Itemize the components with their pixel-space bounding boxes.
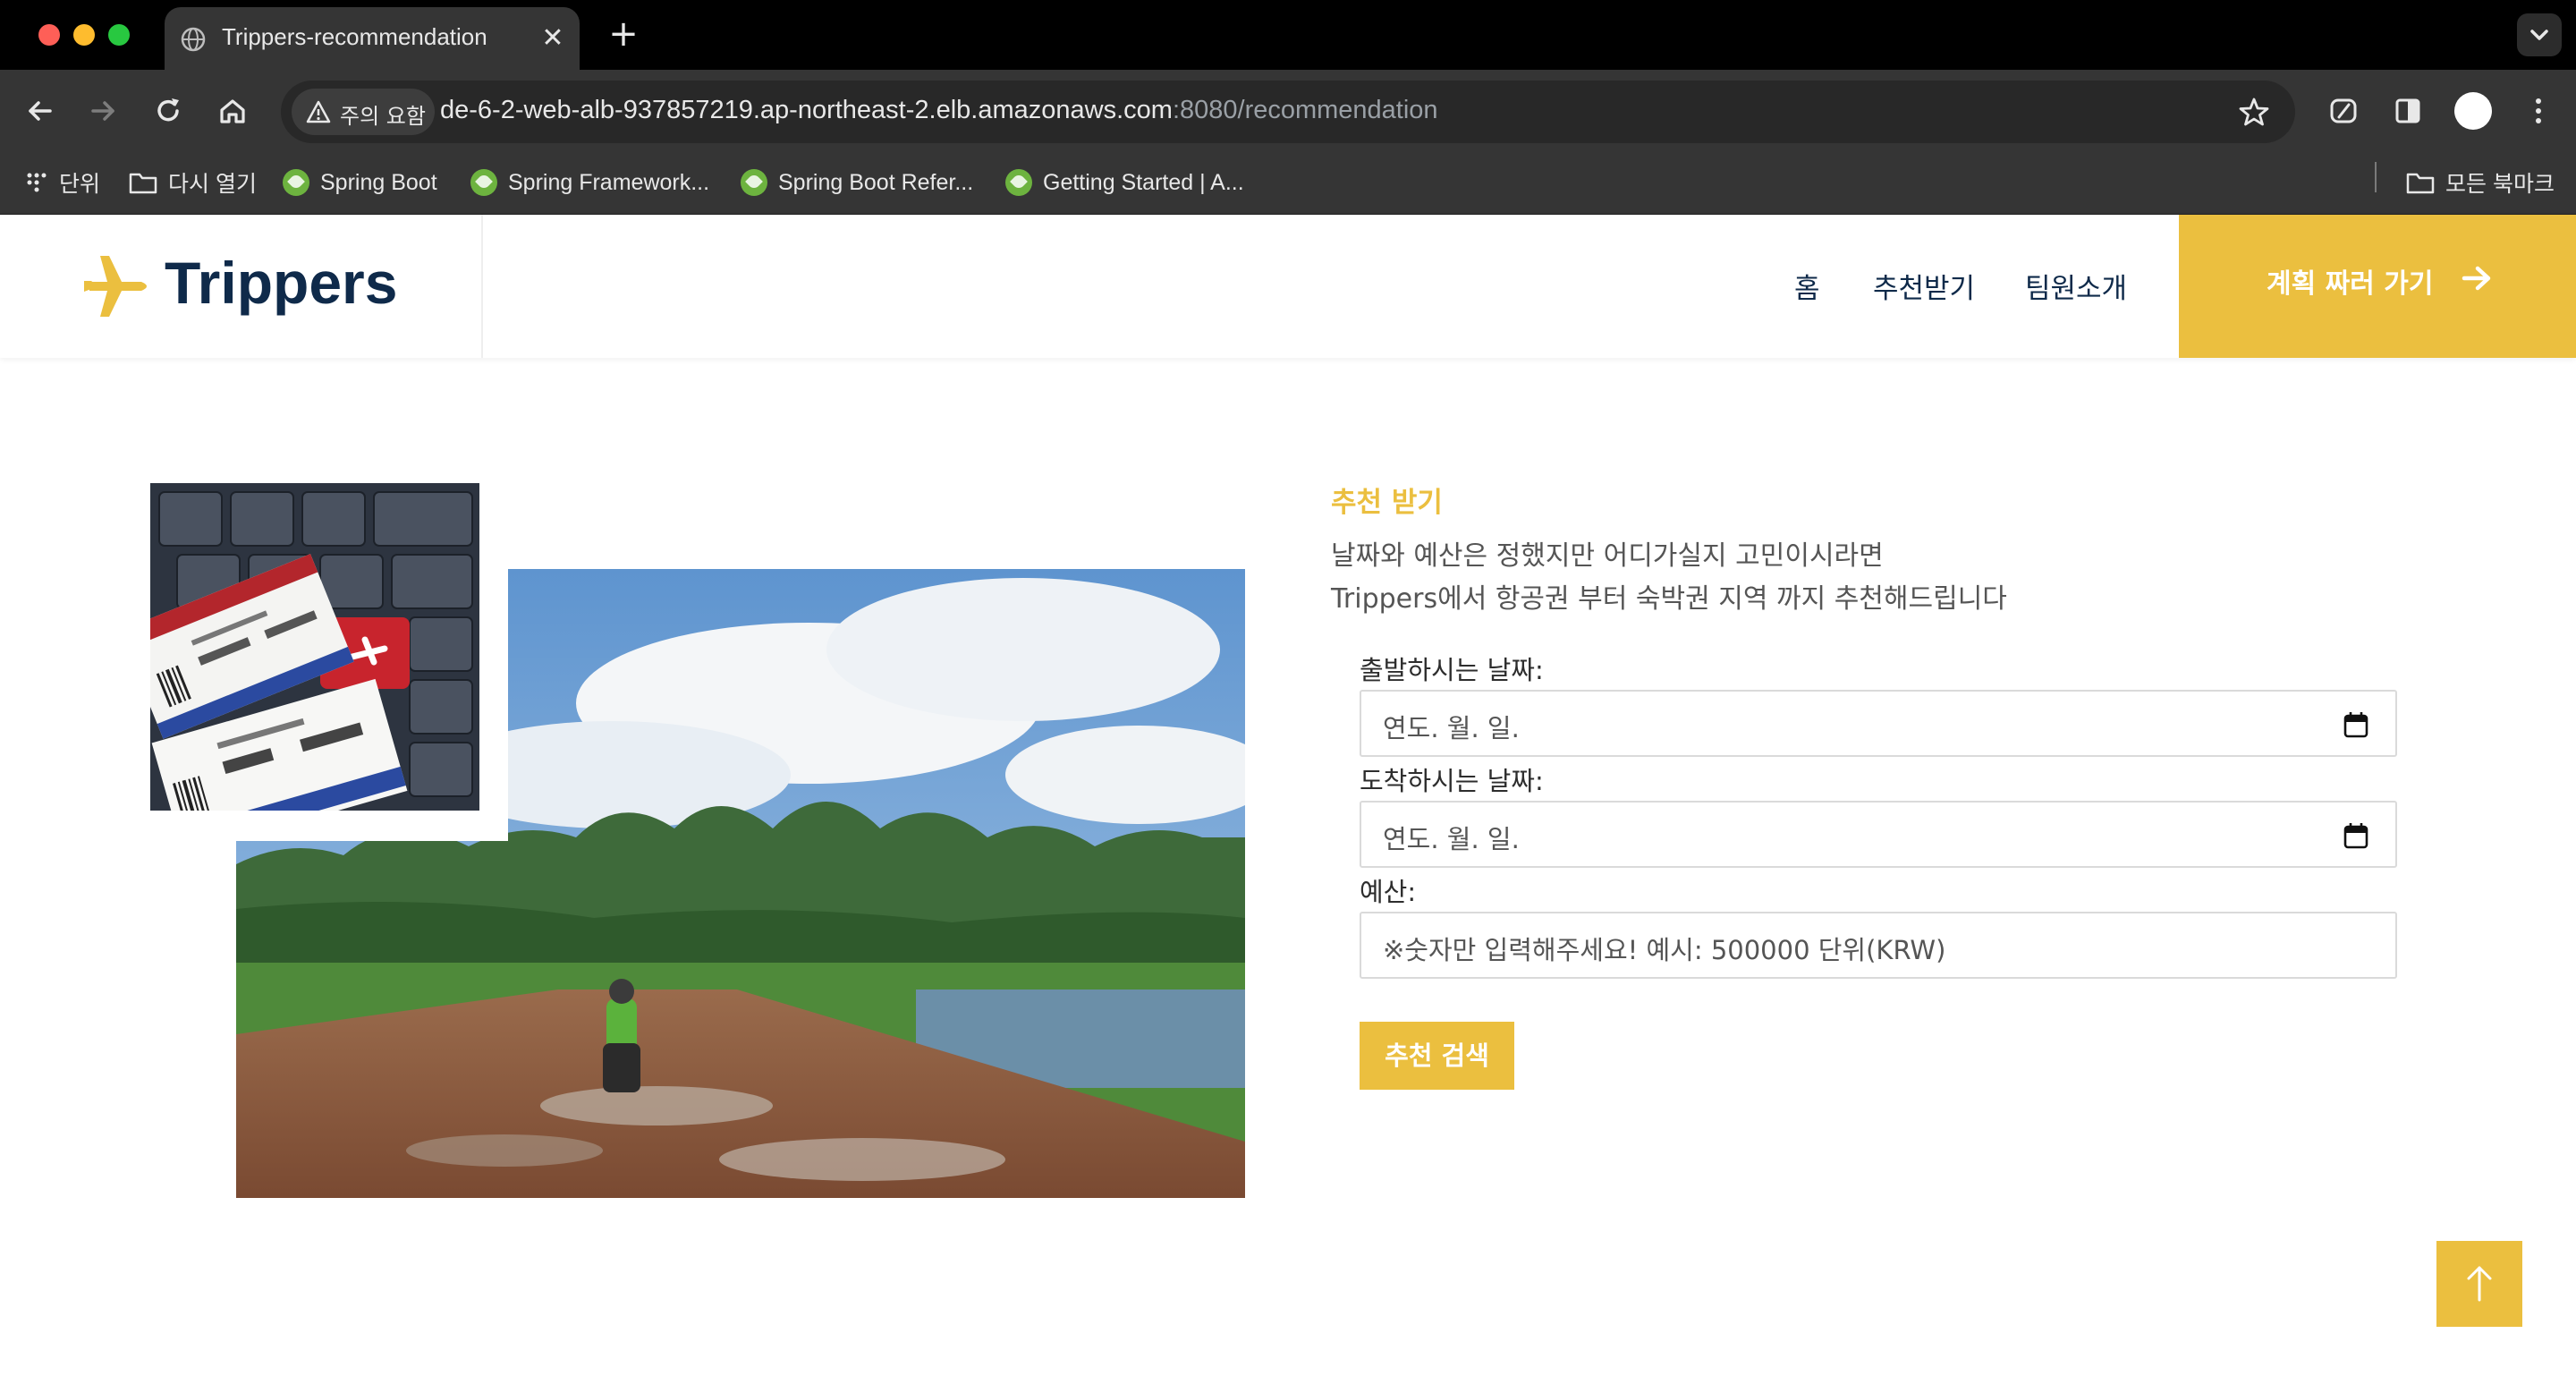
chevron-down-icon <box>2530 30 2548 40</box>
security-warning-text: 주의 요함 <box>340 104 426 129</box>
bookmark-getting-started[interactable]: Getting Started | A... <box>1005 165 1244 200</box>
url-text[interactable]: de-6-2-web-alb-937857219.ap-northeast-2.… <box>440 96 1438 125</box>
calendar-icon[interactable] <box>2343 822 2368 849</box>
browser-toolbar: 주의 요함 de-6-2-web-alb-937857219.ap-northe… <box>0 70 2576 152</box>
bookmark-label: 단위 <box>59 172 101 197</box>
logo-text: Trippers <box>165 250 398 316</box>
bookmark-spring-boot[interactable]: Spring Boot <box>283 165 437 200</box>
side-panel-icon[interactable] <box>2390 93 2426 129</box>
scroll-to-top-button[interactable] <box>2436 1241 2522 1327</box>
folder-icon <box>129 173 157 194</box>
profile-avatar[interactable] <box>2454 92 2492 130</box>
bookmarks-bar: 단위 다시 열기 Spring Boot Spring Framework...… <box>0 152 2576 215</box>
spring-leaf-icon <box>741 169 767 196</box>
close-window-button[interactable] <box>38 24 60 46</box>
forward-arrow-icon[interactable] <box>86 93 122 129</box>
departure-date-label: 출발하시는 날짜: <box>1360 655 1544 685</box>
close-tab-icon[interactable]: ✕ <box>537 22 569 55</box>
site-header: Trippers 홈 추천받기 팀원소개 계획 짜러 가기 <box>0 215 2576 358</box>
arrival-date-placeholder: 연도. 월. 일. <box>1383 824 1520 854</box>
globe-icon <box>181 27 206 52</box>
home-icon[interactable] <box>215 93 250 129</box>
url-host: de-6-2-web-alb-937857219.ap-northeast-2.… <box>440 96 1173 124</box>
bookmark-label: 다시 열기 <box>168 172 257 197</box>
arrow-up-icon <box>2467 1266 2492 1302</box>
departure-date-input[interactable]: 연도. 월. 일. <box>1360 690 2397 757</box>
bookmarks-divider <box>2375 162 2377 192</box>
tab-title: Trippers-recommendation <box>222 23 487 50</box>
warning-triangle-icon <box>306 100 331 123</box>
all-bookmarks-label: 모든 북마크 <box>2445 172 2555 197</box>
bookmark-label: Spring Boot <box>320 169 437 195</box>
browser-titlebar: Trippers-recommendation ✕ + <box>0 0 2576 70</box>
budget-input[interactable]: ※숫자만 입력해주세요! 예시: 500000 단위(KRW) <box>1360 912 2397 979</box>
airplane-logo-icon <box>84 256 147 317</box>
bookmark-label: Getting Started | A... <box>1043 169 1244 195</box>
intro-line-2: Trippers에서 항공권 부터 숙박권 지역 까지 추천해드립니다 <box>1331 583 2007 615</box>
bookmark-apps[interactable]: 단위 <box>25 165 100 200</box>
bookmark-folder-reopen[interactable]: 다시 열기 <box>129 165 257 200</box>
new-tab-button[interactable]: + <box>601 13 646 57</box>
search-recommendation-button[interactable]: 추천 검색 <box>1360 1022 1514 1090</box>
nav-team[interactable]: 팀원소개 <box>2025 266 2127 306</box>
bookmark-label: Spring Framework... <box>508 169 710 195</box>
tab-search-button[interactable] <box>2517 13 2562 56</box>
back-arrow-icon[interactable] <box>21 93 57 129</box>
departure-date-placeholder: 연도. 월. 일. <box>1383 713 1520 743</box>
more-menu-icon[interactable] <box>2521 93 2556 129</box>
extension-icon[interactable] <box>2326 93 2361 129</box>
folder-icon <box>2406 173 2435 194</box>
bookmark-spring-boot-reference[interactable]: Spring Boot Refer... <box>741 165 973 200</box>
boarding-pass-photo <box>150 483 479 811</box>
arrival-date-input[interactable]: 연도. 월. 일. <box>1360 801 2397 868</box>
budget-label: 예산: <box>1360 877 1417 907</box>
address-bar[interactable]: 주의 요함 de-6-2-web-alb-937857219.ap-northe… <box>281 81 2295 143</box>
reload-icon[interactable] <box>150 93 186 129</box>
section-label: 추천 받기 <box>1331 487 1443 519</box>
arrow-right-icon <box>2462 266 2491 291</box>
all-bookmarks[interactable]: 모든 북마크 <box>2406 165 2555 200</box>
plan-trip-button[interactable]: 계획 짜러 가기 <box>2179 215 2576 358</box>
nav-home[interactable]: 홈 <box>1794 266 1820 306</box>
budget-placeholder: ※숫자만 입력해주세요! 예시: 500000 단위(KRW) <box>1383 935 1946 965</box>
zoom-window-button[interactable] <box>108 24 130 46</box>
calendar-icon[interactable] <box>2343 711 2368 738</box>
apps-grid-icon <box>27 173 47 192</box>
spring-leaf-icon <box>1005 169 1032 196</box>
spring-leaf-icon <box>283 169 309 196</box>
browser-tab[interactable]: Trippers-recommendation ✕ <box>165 7 580 70</box>
bookmark-spring-framework[interactable]: Spring Framework... <box>470 165 709 200</box>
arrival-date-label: 도착하시는 날짜: <box>1360 766 1544 796</box>
logo[interactable]: Trippers <box>0 215 483 358</box>
nav-recommendation[interactable]: 추천받기 <box>1873 266 1975 306</box>
intro-line-1: 날짜와 예산은 정했지만 어디가실지 고민이시라면 <box>1331 540 1884 572</box>
bookmark-star-icon[interactable] <box>2238 96 2270 128</box>
plan-trip-label: 계획 짜러 가기 <box>2267 268 2434 300</box>
security-warning-chip[interactable]: 주의 요함 <box>292 89 435 135</box>
spring-leaf-icon <box>470 169 497 196</box>
url-path: :8080/recommendation <box>1172 96 1438 124</box>
bookmark-label: Spring Boot Refer... <box>778 169 974 195</box>
minimize-window-button[interactable] <box>73 24 95 46</box>
